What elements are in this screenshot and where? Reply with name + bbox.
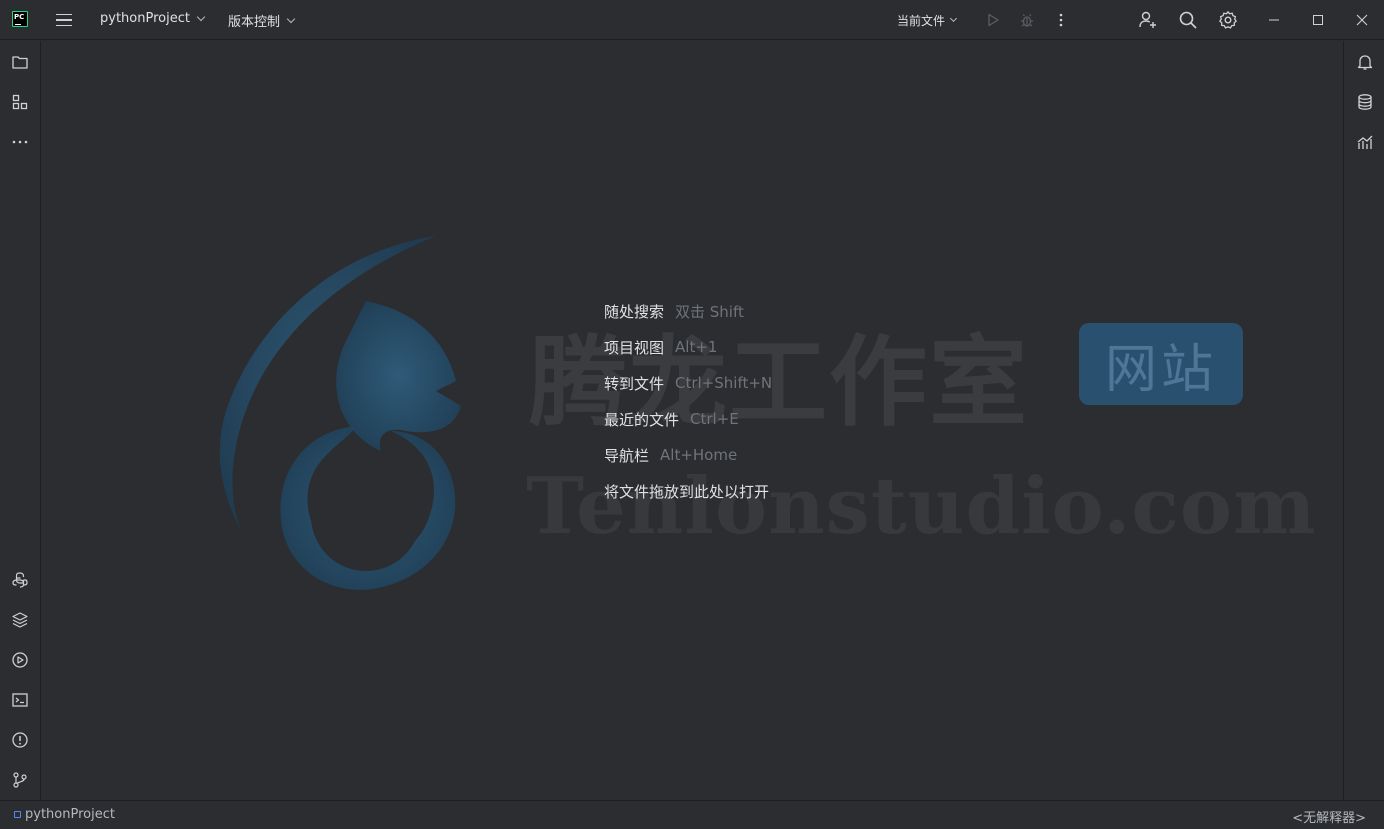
hint-navigation-bar: 导航栏 Alt+Home bbox=[604, 437, 772, 473]
run-icon[interactable] bbox=[983, 10, 1003, 30]
sciview-icon[interactable] bbox=[1355, 132, 1375, 152]
hint-label: 项目视图 bbox=[604, 338, 665, 357]
git-icon[interactable] bbox=[10, 770, 30, 790]
vcs-label: 版本控制 bbox=[228, 15, 281, 30]
hint-search-everywhere: 随处搜索 双击 Shift bbox=[604, 293, 772, 329]
hint-label: 最近的文件 bbox=[604, 410, 680, 429]
hint-shortcut: 双击 Shift bbox=[675, 302, 744, 321]
watermark-badge: 网站 bbox=[1079, 323, 1243, 405]
status-project-name: pythonProject bbox=[25, 807, 115, 822]
title-bar: PC pythonProject 版本控制 当前文件 bbox=[0, 0, 1384, 40]
hint-shortcut: Ctrl+E bbox=[690, 410, 739, 428]
notifications-icon[interactable] bbox=[1355, 52, 1375, 72]
database-icon[interactable] bbox=[1355, 92, 1375, 112]
status-project-breadcrumb[interactable]: pythonProject bbox=[14, 807, 115, 822]
structure-icon[interactable] bbox=[10, 92, 30, 112]
run-config-selector[interactable]: 当前文件 bbox=[897, 12, 958, 29]
more-vertical-icon[interactable] bbox=[1051, 10, 1071, 30]
more-tools-icon[interactable] bbox=[10, 132, 30, 152]
minimize-icon[interactable] bbox=[1264, 10, 1284, 30]
project-selector[interactable]: pythonProject bbox=[100, 11, 206, 26]
module-icon bbox=[14, 811, 21, 818]
project-name: pythonProject bbox=[100, 11, 190, 26]
watermark-badge-text: 网站 bbox=[1104, 339, 1217, 400]
hamburger-menu-icon[interactable] bbox=[52, 10, 76, 30]
terminal-icon[interactable] bbox=[10, 690, 30, 710]
close-icon[interactable] bbox=[1352, 10, 1372, 30]
problems-icon[interactable] bbox=[10, 730, 30, 750]
hint-recent-files: 最近的文件 Ctrl+E bbox=[604, 401, 772, 437]
editor-empty-area[interactable]: 腾龙工作室 网站 Tenlonstudio.com 随处搜索 双击 Shift … bbox=[41, 41, 1343, 800]
search-icon[interactable] bbox=[1178, 10, 1198, 30]
python-packages-icon[interactable] bbox=[10, 610, 30, 630]
left-tool-window-bar bbox=[0, 41, 41, 800]
chevron-down-icon bbox=[286, 14, 296, 23]
welcome-hints: 随处搜索 双击 Shift 项目视图 Alt+1 转到文件 Ctrl+Shift… bbox=[604, 293, 772, 509]
hint-label: 导航栏 bbox=[604, 446, 650, 465]
hint-project-view: 项目视图 Alt+1 bbox=[604, 329, 772, 365]
services-icon[interactable] bbox=[10, 650, 30, 670]
hint-label: 转到文件 bbox=[604, 374, 665, 393]
chevron-down-icon bbox=[949, 14, 958, 23]
status-bar: pythonProject <无解释器> bbox=[0, 800, 1384, 829]
hint-label: 随处搜索 bbox=[604, 302, 665, 321]
project-folder-icon[interactable] bbox=[10, 52, 30, 72]
settings-icon[interactable] bbox=[1218, 10, 1238, 30]
dragon-watermark-icon bbox=[219, 236, 461, 590]
chevron-down-icon bbox=[196, 12, 206, 21]
debug-icon[interactable] bbox=[1017, 10, 1037, 30]
run-config-label: 当前文件 bbox=[897, 14, 946, 28]
hint-shortcut: Ctrl+Shift+N bbox=[675, 374, 773, 392]
hint-drop-files: 将文件拖放到此处以打开 bbox=[604, 473, 772, 509]
python-console-icon[interactable] bbox=[10, 570, 30, 590]
pycharm-logo-icon[interactable]: PC bbox=[12, 11, 28, 27]
add-user-icon[interactable] bbox=[1138, 10, 1158, 30]
right-tool-window-bar bbox=[1343, 41, 1384, 800]
hint-shortcut: Alt+1 bbox=[675, 338, 718, 356]
interpreter-selector[interactable]: <无解释器> bbox=[1292, 807, 1366, 826]
hint-label: 将文件拖放到此处以打开 bbox=[604, 482, 770, 501]
maximize-icon[interactable] bbox=[1308, 10, 1328, 30]
vcs-selector[interactable]: 版本控制 bbox=[228, 11, 296, 30]
hint-shortcut: Alt+Home bbox=[660, 446, 738, 464]
hint-go-to-file: 转到文件 Ctrl+Shift+N bbox=[604, 365, 772, 401]
app-logo-text: PC bbox=[14, 13, 25, 21]
